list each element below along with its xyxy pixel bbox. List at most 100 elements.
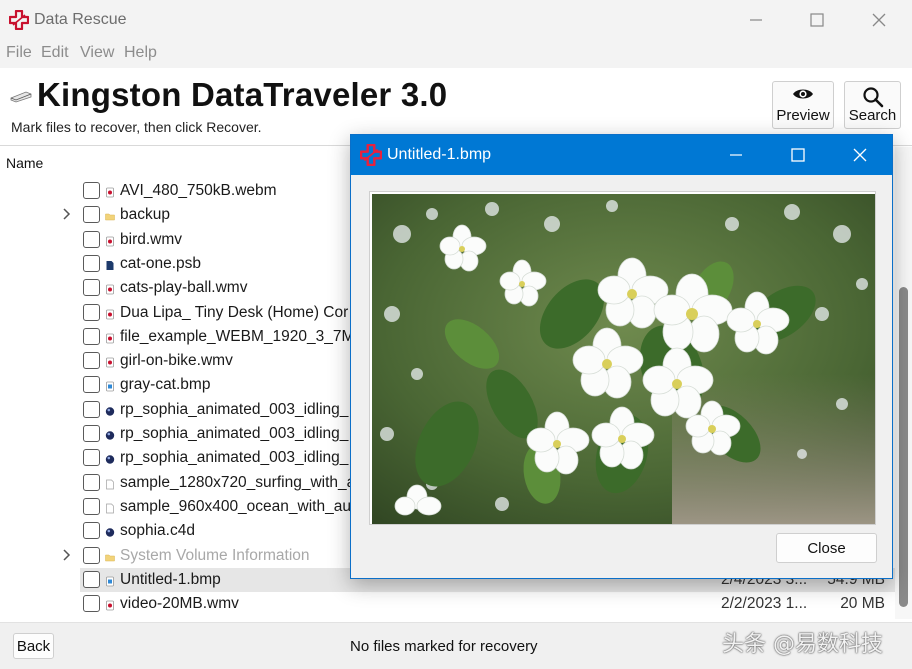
eye-icon [793,89,813,99]
file-checkbox[interactable] [83,279,100,297]
minimize-button[interactable] [725,0,787,40]
menu-bar: File Edit View Help [0,40,912,68]
model-icon [105,525,115,537]
file-name: video-20MB.wmv [120,595,239,613]
video-icon [105,282,115,295]
minimize-icon [750,19,762,21]
video-icon [105,185,115,198]
vertical-scrollbar[interactable] [895,147,912,619]
drive-title: Kingston DataTraveler 3.0 [37,76,448,113]
file-name: sophia.c4d [120,522,195,540]
document-icon [105,258,115,270]
preview-button[interactable]: Preview [772,81,834,129]
file-name: gray-cat.bmp [120,376,211,394]
search-label: Search [848,107,897,124]
search-icon [862,87,883,108]
footer-bar: Back No files marked for recovery 头条 @易数… [0,622,912,669]
file-checkbox[interactable] [83,182,100,199]
menu-help[interactable]: Help [124,44,157,62]
column-header-name[interactable]: Name [6,155,43,171]
menu-edit[interactable]: Edit [41,44,69,62]
file-checkbox[interactable] [83,449,100,467]
file-checkbox[interactable] [83,522,100,540]
app-logo-icon [360,144,382,166]
file-name: Dua Lipa_ Tiny Desk (Home) Cor [120,303,349,321]
file-checkbox[interactable] [83,400,100,418]
file-checkbox[interactable] [83,352,100,370]
image-icon [105,574,115,587]
dialog-close-x-button[interactable] [829,135,891,175]
file-checkbox[interactable] [83,327,100,345]
preview-image [372,194,875,524]
file-checkbox[interactable] [83,497,100,515]
file-checkbox[interactable] [83,303,100,321]
drive-icon [10,91,32,103]
file-name: backup [120,206,170,224]
file-name: AVI_480_750kB.webm [120,182,277,199]
file-name: cats-play-ball.wmv [120,279,248,297]
dialog-close-button[interactable]: Close [776,533,877,563]
close-window-button[interactable] [848,0,910,40]
preview-dialog: Untitled-1.bmp Close [350,134,893,579]
model-icon [105,404,115,416]
menu-view[interactable]: View [80,44,114,62]
file-checkbox[interactable] [83,425,100,442]
video-icon [105,598,115,611]
file-checkbox[interactable] [83,570,100,588]
file-name: rp_sophia_animated_003_idling_ [120,400,349,418]
dialog-title-bar: Untitled-1.bmp [351,135,892,175]
model-icon [105,452,115,464]
close-icon [853,148,867,162]
status-text: No files marked for recovery [350,638,538,655]
chevron-right-icon[interactable] [61,207,73,221]
file-name: cat-one.psb [120,254,201,272]
file-size: 20 MB [840,595,885,613]
file-date: 2/2/2023 1... [721,595,808,613]
image-icon [105,379,115,392]
file-checkbox[interactable] [83,546,100,564]
drive-subtitle: Mark files to recover, then click Recove… [11,119,262,135]
file-name: file_example_WEBM_1920_3_7M [120,327,355,345]
app-title: Data Rescue [34,11,127,28]
back-button[interactable]: Back [13,633,54,659]
file-checkbox[interactable] [83,206,100,224]
video-icon [105,331,115,344]
file-checkbox[interactable] [83,230,100,248]
folder-icon [105,550,115,561]
maximize-icon [791,148,805,162]
dialog-maximize-button[interactable] [767,135,829,175]
file-name: Untitled-1.bmp [120,570,221,588]
title-bar: Data Rescue [0,0,912,40]
preview-label: Preview [776,107,830,124]
model-icon [105,428,115,440]
watermark-text: 头条 @易数科技 [722,632,883,657]
dialog-title: Untitled-1.bmp [387,146,492,163]
video-icon [105,355,115,368]
folder-icon [105,209,115,221]
scrollbar-thumb[interactable] [899,287,908,607]
menu-file[interactable]: File [6,44,32,62]
close-icon [872,13,886,27]
file-name: rp_sophia_animated_003_idling_ [120,449,349,467]
chevron-right-icon[interactable] [61,548,73,562]
maximize-icon [810,13,824,27]
blank-file-icon [105,501,115,514]
file-checkbox[interactable] [83,254,100,272]
file-name: System Volume Information [120,546,310,564]
video-icon [105,307,115,319]
file-name: bird.wmv [120,230,183,248]
video-icon [105,234,115,246]
file-checkbox[interactable] [83,473,100,491]
minimize-icon [730,154,742,156]
file-name: rp_sophia_animated_003_idling_ [120,425,349,442]
search-button[interactable]: Search [844,81,901,129]
file-checkbox[interactable] [83,595,100,613]
maximize-button[interactable] [786,0,848,40]
blank-file-icon [105,477,115,489]
file-checkbox[interactable] [83,376,100,394]
file-name: sample_1280x720_surfing_with_a [120,473,356,491]
dialog-minimize-button[interactable] [705,135,767,175]
file-row[interactable]: video-20MB.wmv 2/2/2023 1... 20 MB [0,592,895,616]
preview-frame [369,191,876,525]
file-name: sample_960x400_ocean_with_au [120,497,351,515]
